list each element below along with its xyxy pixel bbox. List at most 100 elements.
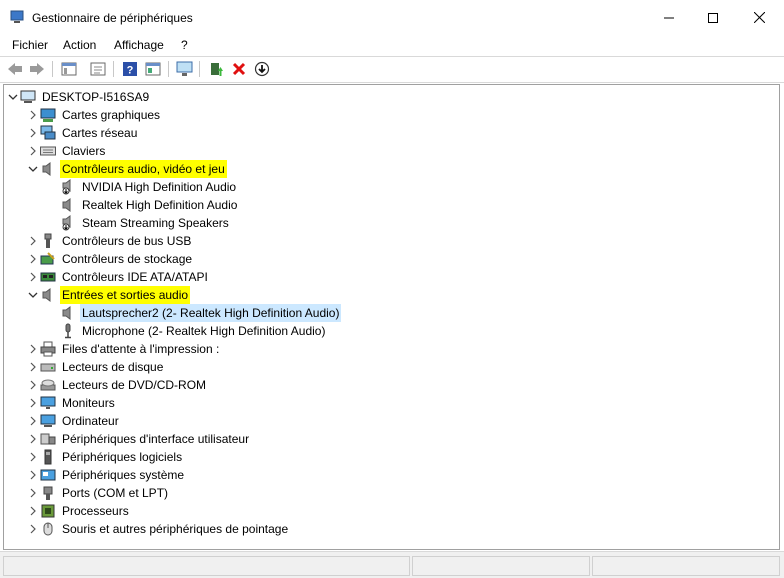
device-label: NVIDIA High Definition Audio [82, 180, 237, 194]
update-driver-button[interactable] [206, 59, 226, 79]
usb-icon [40, 233, 56, 249]
properties-button[interactable] [88, 59, 108, 79]
help-button[interactable]: ? [120, 59, 140, 79]
maximize-button[interactable] [690, 0, 736, 35]
device-tree: DESKTOP-I516SA9 Cartes graphiques Cartes… [3, 84, 780, 550]
back-button[interactable] [5, 59, 25, 79]
chevron-right-icon[interactable] [26, 250, 40, 268]
view-details-button[interactable] [143, 59, 163, 79]
title-bar: Gestionnaire de périphériques [0, 0, 784, 35]
chevron-right-icon[interactable] [26, 340, 40, 358]
chevron-right-icon[interactable] [26, 412, 40, 430]
scan-hardware-icon [176, 61, 193, 76]
chevron-right-icon[interactable] [26, 394, 40, 412]
help-icon: ? [123, 62, 137, 77]
chevron-right-icon[interactable] [26, 232, 40, 250]
update-driver-icon [211, 63, 223, 76]
chevron-right-icon[interactable] [26, 358, 40, 376]
tree-item-label: Souris et autres périphériques de pointa… [62, 522, 289, 536]
chevron-right-icon[interactable] [26, 106, 40, 124]
forward-arrow-icon [30, 63, 44, 75]
storage-controller-icon [40, 251, 56, 267]
toolbar: ? [0, 57, 784, 81]
chevron-right-icon[interactable] [26, 142, 40, 160]
chevron-down-icon[interactable] [26, 160, 40, 178]
tree-item-label: Périphériques d'interface utilisateur [62, 432, 250, 446]
device-label: Lautsprecher2 (2- Realtek High Definitio… [80, 304, 342, 322]
tree-item-label: Ordinateur [62, 414, 119, 428]
tree-item-hid[interactable]: Périphériques d'interface utilisateur [26, 430, 251, 448]
tree-item-ide[interactable]: Contrôleurs IDE ATA/ATAPI [26, 268, 210, 286]
network-adapter-icon [40, 125, 56, 141]
tree-item-monitors[interactable]: Moniteurs [26, 394, 117, 412]
chevron-down-icon[interactable] [6, 88, 20, 106]
minimize-button[interactable] [646, 0, 692, 35]
menu-action[interactable]: Action [63, 38, 96, 52]
chevron-right-icon[interactable] [26, 502, 40, 520]
chevron-right-icon[interactable] [26, 520, 40, 538]
keyboard-icon [40, 143, 56, 159]
scan-hardware-button[interactable] [175, 59, 195, 79]
uninstall-device-button[interactable] [229, 59, 249, 79]
close-button[interactable] [736, 0, 782, 35]
chevron-right-icon[interactable] [26, 448, 40, 466]
maximize-icon [708, 12, 718, 23]
dvd-drive-icon [40, 377, 56, 393]
tree-item-label: Contrôleurs audio, vidéo et jeu [60, 160, 227, 178]
status-cell-tertiary [592, 556, 780, 576]
tree-item-processors[interactable]: Processeurs [26, 502, 131, 520]
tree-item-usb[interactable]: Contrôleurs de bus USB [26, 232, 193, 250]
disable-device-button[interactable] [252, 59, 272, 79]
tree-item-entrees-sorties-audio[interactable]: Entrées et sorties audio [26, 286, 191, 304]
tree-item-label: Cartes réseau [62, 126, 138, 140]
chevron-right-icon[interactable] [26, 430, 40, 448]
status-cell-secondary [412, 556, 590, 576]
tree-item-dvd-drives[interactable]: Lecteurs de DVD/CD-ROM [26, 376, 208, 394]
device-label: Realtek High Definition Audio [82, 198, 238, 212]
device-lautsprecher2[interactable]: Lautsprecher2 (2- Realtek High Definitio… [60, 304, 342, 322]
tree-item-label: Files d'attente à l'impression : [62, 342, 220, 356]
chevron-right-icon[interactable] [26, 484, 40, 502]
menu-affichage[interactable]: Affichage [114, 38, 164, 52]
chevron-right-icon[interactable] [26, 268, 40, 286]
tree-item-disk-drives[interactable]: Lecteurs de disque [26, 358, 165, 376]
tree-item-label: Ports (COM et LPT) [62, 486, 169, 500]
close-icon [753, 12, 765, 23]
audio-device-icon [60, 179, 76, 195]
back-arrow-icon [8, 63, 22, 75]
chevron-down-icon[interactable] [26, 286, 40, 304]
menu-fichier[interactable]: Fichier [12, 38, 48, 52]
system-device-icon [40, 467, 56, 483]
port-icon [40, 485, 56, 501]
speaker-icon [40, 287, 56, 303]
device-microphone[interactable]: Microphone (2- Realtek High Definition A… [60, 322, 327, 340]
tree-root[interactable]: DESKTOP-I516SA9 [6, 88, 151, 106]
tree-item-cartes-reseau[interactable]: Cartes réseau [26, 124, 139, 142]
tree-item-stockage[interactable]: Contrôleurs de stockage [26, 250, 194, 268]
tree-item-mice[interactable]: Souris et autres périphériques de pointa… [26, 520, 290, 538]
chevron-right-icon[interactable] [26, 124, 40, 142]
tree-item-system-devices[interactable]: Périphériques système [26, 466, 186, 484]
microphone-icon [60, 323, 76, 339]
speaker-icon [60, 197, 76, 213]
device-manager-app-icon [10, 10, 24, 23]
chevron-right-icon[interactable] [26, 376, 40, 394]
audio-device-icon [60, 215, 76, 231]
tree-item-software-devices[interactable]: Périphériques logiciels [26, 448, 184, 466]
device-steam-streaming-speakers[interactable]: Steam Streaming Speakers [60, 214, 231, 232]
device-realtek-hd-audio[interactable]: Realtek High Definition Audio [60, 196, 239, 214]
menu-help[interactable]: ? [181, 38, 188, 52]
disable-device-icon [254, 61, 270, 77]
chevron-right-icon[interactable] [26, 466, 40, 484]
tree-item-controleurs-audio[interactable]: Contrôleurs audio, vidéo et jeu [26, 160, 227, 178]
show-hide-tree-button[interactable] [59, 59, 79, 79]
tree-item-claviers[interactable]: Claviers [26, 142, 107, 160]
device-nvidia-hd-audio[interactable]: NVIDIA High Definition Audio [60, 178, 238, 196]
tree-item-cartes-graphiques[interactable]: Cartes graphiques [26, 106, 162, 124]
tree-item-label: Lecteurs de disque [62, 360, 164, 374]
tree-item-label: Processeurs [62, 504, 129, 518]
tree-item-print-queues[interactable]: Files d'attente à l'impression : [26, 340, 221, 358]
tree-item-computer[interactable]: Ordinateur [26, 412, 121, 430]
forward-button[interactable] [27, 59, 47, 79]
tree-item-ports[interactable]: Ports (COM et LPT) [26, 484, 170, 502]
